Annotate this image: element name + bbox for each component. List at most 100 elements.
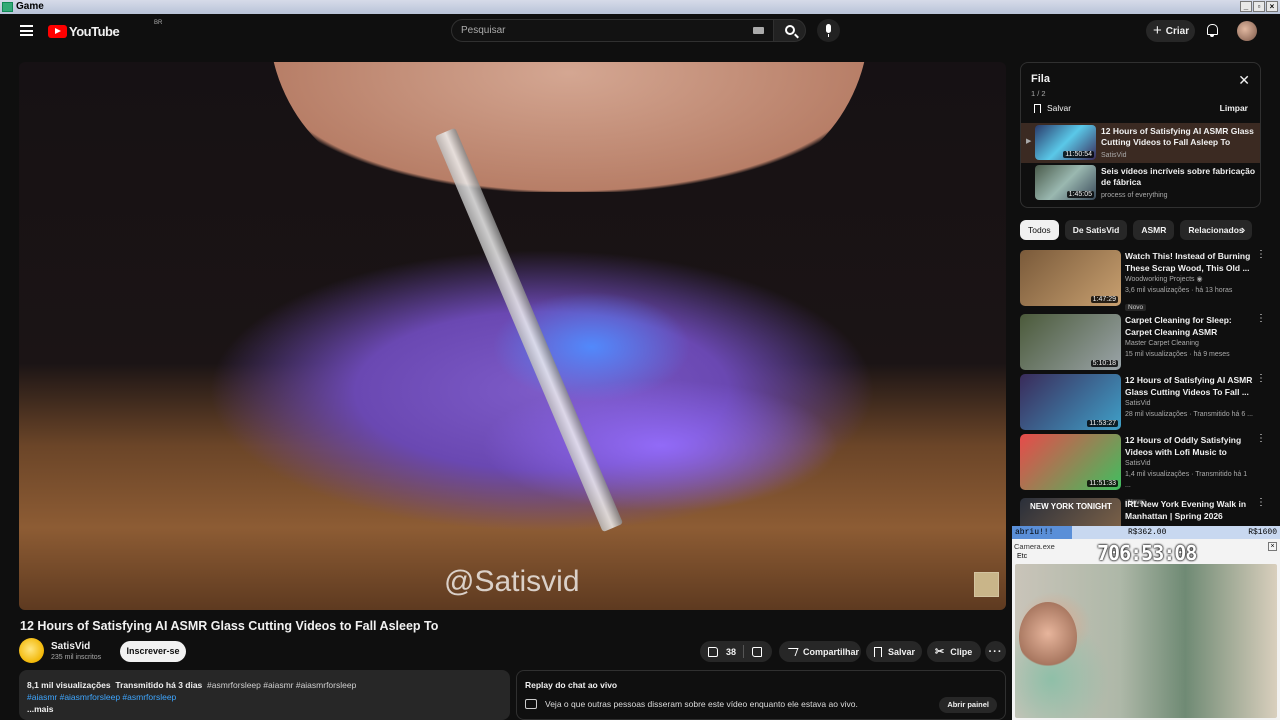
- more-options-icon[interactable]: ⋮: [1256, 374, 1266, 384]
- hamburger-menu-icon[interactable]: [20, 25, 33, 36]
- search-button[interactable]: [773, 19, 806, 42]
- share-label: Compartilhar: [803, 646, 860, 657]
- recommended-meta: 28 mil visualizações · Transmitido há 6 …: [1125, 411, 1253, 418]
- like-icon[interactable]: [708, 646, 718, 657]
- chat-replay-title: Replay do chat ao vivo: [525, 680, 618, 690]
- save-label: Salvar: [888, 646, 916, 657]
- chat-replay-box: Replay do chat ao vivo Veja o que outras…: [516, 670, 1006, 720]
- recommended-meta: 3,6 mil visualizações · há 13 horas: [1125, 287, 1233, 294]
- chat-replay-text: Veja o que outras pessoas disseram sobre…: [545, 699, 858, 709]
- recommended-video[interactable]: 11:51:33 12 Hours of Oddly Satisfying Vid…: [1020, 434, 1266, 506]
- bookmark-icon: [874, 646, 882, 657]
- recommended-title: IRL New York Evening Walk in Manhattan |…: [1125, 499, 1247, 521]
- video-duration: 5:10:18: [1090, 360, 1118, 367]
- close-icon[interactable]: ✕: [1238, 73, 1250, 87]
- logo-text: YouTube: [69, 23, 120, 39]
- recommended-channel: Master Carpet Cleaning: [1125, 340, 1199, 347]
- view-count: 8,1 mil visualizações: [27, 680, 111, 690]
- channel-avatar[interactable]: [19, 638, 44, 663]
- recommended-video[interactable]: 1:47:29 Watch This! Instead of Burning Th…: [1020, 250, 1266, 311]
- queue-clear-button[interactable]: Limpar: [1220, 103, 1248, 113]
- masthead: YouTube BR Pesquisar + Criar: [0, 14, 1280, 50]
- goal-bar: abriu!!! R$362.00 R$1600: [1012, 526, 1280, 539]
- chat-icon: [525, 699, 537, 709]
- goal-target: R$1600: [1248, 528, 1277, 537]
- maximize-button[interactable]: ▫: [1253, 1, 1265, 12]
- chip-asmr[interactable]: ASMR: [1133, 220, 1175, 240]
- camera-window-title: Camera.exe: [1014, 542, 1055, 551]
- queue-save-button[interactable]: Salvar: [1034, 103, 1071, 113]
- queue-item[interactable]: ▶ 11:50:54 12 Hours of Satisfying AI ASM…: [1021, 123, 1260, 163]
- recommended-thumbnail: 11:51:33: [1020, 434, 1121, 490]
- queue-item-channel: process of everything: [1101, 192, 1168, 199]
- stream-date: Transmitido há 3 dias: [115, 680, 203, 690]
- clip-button[interactable]: ✂ Clipe: [927, 641, 981, 662]
- queue-item-title: 12 Hours of Satisfying AI ASMR Glass Cut…: [1101, 126, 1254, 147]
- more-options-icon[interactable]: ⋮: [1256, 498, 1266, 508]
- description-hashtags[interactable]: #asmrforsleep #aiasmr #aiasmrforsleep: [207, 680, 356, 690]
- queue-save-label: Salvar: [1047, 103, 1072, 113]
- close-window-button[interactable]: ×: [1266, 1, 1278, 12]
- new-badge: Novo: [1125, 304, 1147, 311]
- create-button[interactable]: + Criar: [1146, 20, 1195, 42]
- recommended-thumbnail: 5:10:18: [1020, 314, 1121, 370]
- youtube-play-icon: [48, 24, 67, 38]
- window-controls: _ ▫ ×: [1240, 1, 1278, 12]
- recommended-video[interactable]: 11:53:27 12 Hours of Satisfying AI ASMR G…: [1020, 374, 1266, 430]
- notifications-bell-icon[interactable]: [1206, 24, 1218, 37]
- chevron-right-icon[interactable]: ›: [1241, 223, 1245, 236]
- filter-chips: Todos De SatisVid ASMR Relacionados: [1020, 220, 1252, 240]
- video-watermark: @Satisvid: [444, 565, 580, 598]
- more-options-icon[interactable]: ⋮: [1256, 250, 1266, 260]
- queue-title: Fila: [1031, 73, 1050, 85]
- save-button[interactable]: Salvar: [866, 641, 922, 662]
- now-playing-icon: ▶: [1026, 138, 1032, 145]
- voice-search-mic-icon[interactable]: [817, 19, 840, 42]
- video-duration: 11:51:33: [1087, 480, 1118, 487]
- queue-duration: 11:50:54: [1063, 151, 1094, 158]
- camera-menu[interactable]: Etc: [1017, 553, 1027, 560]
- search-input[interactable]: Pesquisar: [451, 19, 774, 42]
- subscribe-button[interactable]: Inscrever-se: [120, 641, 186, 662]
- youtube-logo[interactable]: YouTube BR: [48, 20, 162, 39]
- description-box[interactable]: 8,1 mil visualizações Transmitido há 3 d…: [19, 670, 510, 720]
- video-player[interactable]: @Satisvid: [19, 62, 1006, 610]
- create-label: Criar: [1165, 25, 1190, 37]
- queue-item-channel: SatisVid: [1101, 152, 1127, 159]
- recommended-video[interactable]: 5:10:18 Carpet Cleaning for Sleep: Carpet…: [1020, 314, 1266, 370]
- description-hashtags-links[interactable]: #aiasmr #aiasmrforsleep #asmrforsleep: [27, 691, 502, 703]
- chip-de-satisvid[interactable]: De SatisVid: [1064, 220, 1128, 240]
- bookmark-icon: [1034, 103, 1041, 113]
- video-duration: 11:53:27: [1087, 420, 1118, 427]
- close-icon[interactable]: ×: [1268, 542, 1277, 551]
- app-icon: [2, 2, 13, 12]
- like-dislike-group: 38: [700, 641, 772, 662]
- user-avatar[interactable]: [1237, 21, 1257, 41]
- more-actions-button[interactable]: ···: [985, 641, 1006, 662]
- recommended-channel: Woodworking Projects ◉: [1125, 276, 1203, 283]
- like-count[interactable]: 38: [726, 647, 736, 657]
- more-options-icon[interactable]: ⋮: [1256, 434, 1266, 444]
- queue-item-title: Seis vídeos incríveis sobre fabricação d…: [1101, 166, 1256, 187]
- goal-current: R$362.00: [1128, 528, 1167, 537]
- minimize-button[interactable]: _: [1240, 1, 1252, 12]
- country-code: BR: [154, 20, 163, 26]
- recommended-channel: SatisVid: [1125, 400, 1151, 407]
- window-titlebar: Game _ ▫ ×: [0, 0, 1280, 14]
- share-button[interactable]: Compartilhar: [779, 641, 861, 662]
- video-frame-hand: [269, 62, 869, 192]
- dislike-icon[interactable]: [752, 647, 762, 657]
- channel-branding-watermark[interactable]: [974, 572, 999, 597]
- more-options-icon[interactable]: ⋮: [1256, 314, 1266, 324]
- queue-item[interactable]: 1:45:05 Seis vídeos incríveis sobre fabr…: [1021, 163, 1260, 203]
- keyboard-icon[interactable]: [753, 27, 764, 34]
- recommended-thumbnail: 11:53:27: [1020, 374, 1121, 430]
- video-title: 12 Hours of Satisfying AI ASMR Glass Cut…: [20, 619, 439, 633]
- channel-name[interactable]: SatisVid: [51, 641, 90, 652]
- chip-todos[interactable]: Todos: [1020, 220, 1059, 240]
- window-title: Game: [16, 1, 44, 12]
- clip-label: Clipe: [950, 646, 973, 657]
- open-panel-button[interactable]: Abrir painel: [939, 697, 997, 713]
- recommended-title: Carpet Cleaning for Sleep: Carpet Cleani…: [1125, 315, 1232, 337]
- show-more-link[interactable]: ...mais: [27, 704, 53, 714]
